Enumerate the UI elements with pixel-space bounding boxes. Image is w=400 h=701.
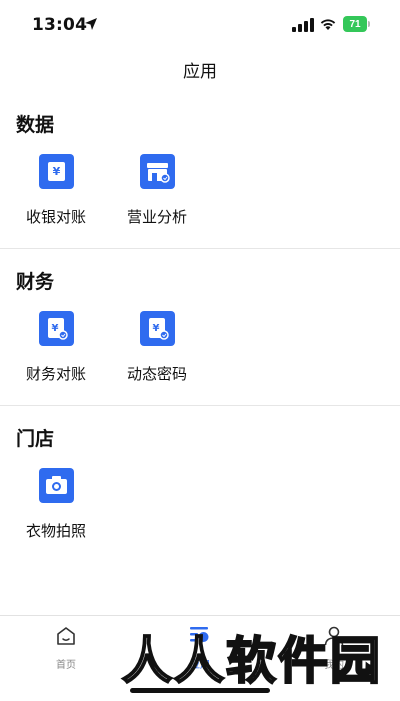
section-title: 财务	[16, 271, 55, 293]
app-label: 营业分析	[126, 208, 187, 226]
battery-level: 71	[343, 16, 367, 32]
cashier-icon: ¥	[39, 154, 74, 189]
home-icon	[57, 627, 75, 645]
wifi-icon	[320, 19, 336, 30]
app-business-analysis[interactable]: 营业分析	[112, 154, 202, 244]
app-clothing-photo[interactable]: 衣物拍照	[11, 468, 101, 558]
cellular-signal-icon	[292, 18, 314, 32]
finance-reconcile-icon: ¥	[39, 311, 74, 346]
location-arrow-icon	[85, 18, 97, 30]
svg-text:¥: ¥	[53, 165, 61, 178]
app-label: 动态密码	[126, 365, 187, 383]
app-label: 衣物拍照	[25, 522, 86, 540]
status-bar: 13:04 71	[0, 0, 400, 52]
app-dynamic-password[interactable]: ¥ 动态密码	[112, 311, 202, 401]
section-title: 数据	[16, 114, 55, 136]
section-divider	[0, 248, 400, 249]
tab-label: 首页	[56, 660, 76, 671]
status-time: 13:04	[32, 15, 88, 35]
camera-icon	[39, 468, 74, 503]
app-label: 财务对账	[25, 365, 86, 383]
section-divider	[0, 405, 400, 406]
section-title: 门店	[16, 428, 55, 450]
app-label: 收银对账	[25, 208, 86, 226]
tab-home[interactable]: 首页	[26, 624, 106, 674]
battery-cap	[368, 21, 370, 27]
app-cashier-reconcile[interactable]: ¥ 收银对账	[11, 154, 101, 244]
battery-indicator: 71	[343, 16, 370, 32]
watermark-text: 人人软件园	[122, 633, 382, 689]
home-indicator[interactable]	[130, 688, 270, 693]
svg-text:¥: ¥	[153, 323, 160, 334]
watermark: 人人软件园	[121, 632, 382, 690]
app-finance-reconcile[interactable]: ¥ 财务对账	[11, 311, 101, 401]
dynamic-password-icon: ¥	[140, 311, 175, 346]
page-title: 应用	[183, 62, 217, 82]
svg-text:¥: ¥	[52, 323, 59, 334]
store-analysis-icon	[140, 154, 175, 189]
